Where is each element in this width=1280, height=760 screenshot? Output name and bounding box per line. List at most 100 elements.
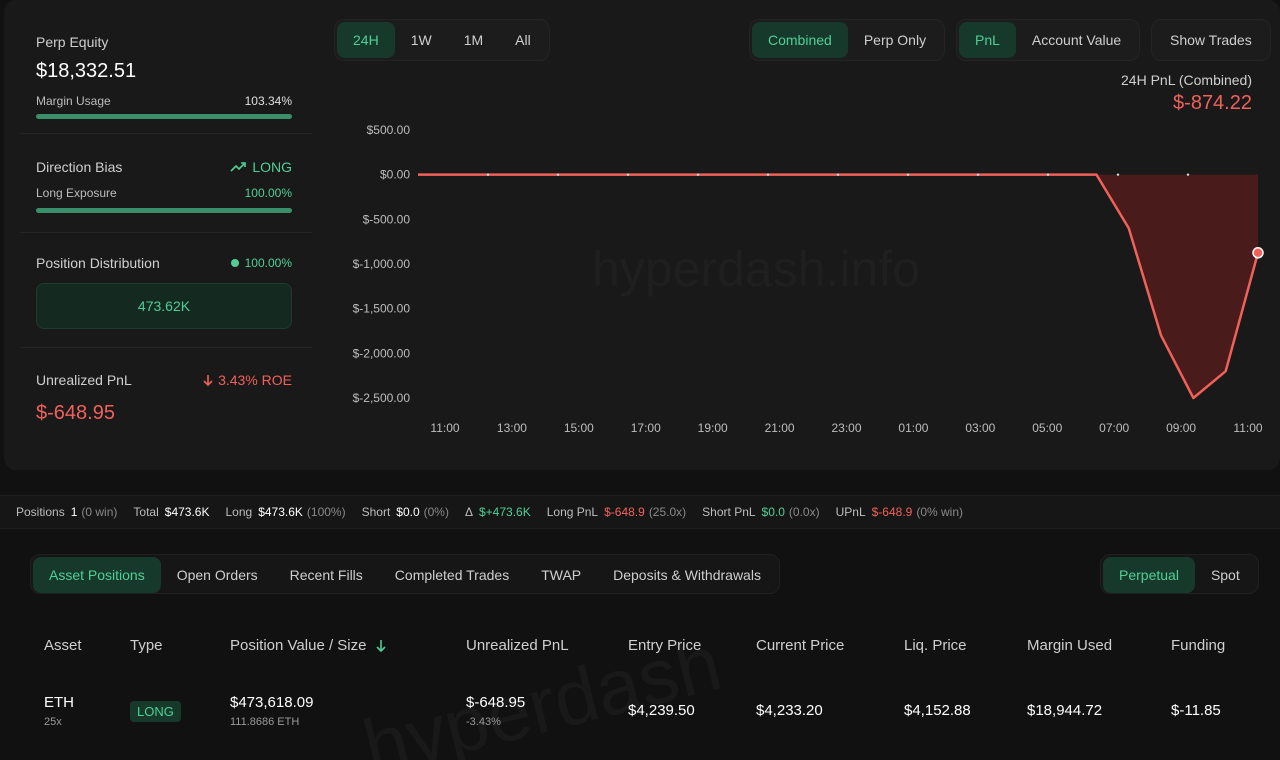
summary-value: $-648.9 [604,505,645,519]
current-price: $4,233.20 [756,702,823,719]
tab-completed-trades[interactable]: Completed Trades [379,557,525,593]
summary-item: Long PnL $-648.9 (25.0x) [547,505,686,519]
time-range-1m[interactable]: 1M [448,22,499,58]
zero-marker [976,173,980,176]
x-tick-label: 07:00 [1099,421,1129,435]
summary-extra: (0% win) [916,505,964,519]
y-tick-label: $-1,500.00 [353,302,411,316]
direction-bias-value: LONG [252,159,292,175]
summary-label: Long [225,505,253,519]
mode-combined[interactable]: Combined [752,22,848,58]
summary-item: Long $473.6K (100%) [225,505,345,519]
x-tick-label: 13:00 [497,421,527,435]
asset-leverage: 25x [44,716,62,728]
long-exposure-bar [36,208,292,213]
y-tick-label: $-1,000.00 [353,257,411,271]
zero-marker [626,173,630,176]
summary-value: $0.0 [396,505,420,519]
time-range-all[interactable]: All [499,22,547,58]
type-badge: LONG [130,701,181,722]
upnl-percent: -3.43% [466,716,501,728]
col-liq-price[interactable]: Liq. Price [904,637,967,654]
position-distribution-indicator: 100.00% [230,256,292,270]
liq-price: $4,152.88 [904,702,971,719]
col-funding[interactable]: Funding [1171,637,1225,654]
y-tick-label: $0.00 [380,168,410,182]
time-range-24h[interactable]: 24H [337,22,395,58]
roe-value: 3.43% ROE [218,372,292,388]
tab-deposits-withdrawals[interactable]: Deposits & Withdrawals [597,557,777,593]
summary-value: $0.0 [761,505,785,519]
divider [20,133,312,134]
tab-twap[interactable]: TWAP [525,557,597,593]
market-type-selector: Perpetual Spot [1100,554,1259,594]
zero-marker [1116,173,1120,176]
direction-bias-label: Direction Bias [36,159,123,175]
summary-value: $+473.6K [479,505,531,519]
trending-up-icon [230,162,247,172]
zero-marker [1186,173,1190,176]
summary-value: $-648.9 [871,505,913,519]
x-tick-label: 23:00 [831,421,861,435]
time-range-1w[interactable]: 1W [395,22,448,58]
unrealized-pnl-label: Unrealized PnL [36,372,132,388]
tab-open-orders[interactable]: Open Orders [161,557,274,593]
summary-item: Δ $+473.6K [465,505,531,519]
mode-perp-only[interactable]: Perp Only [848,22,942,58]
asset-name[interactable]: ETH [44,694,74,711]
mode-selector: Combined Perp Only [749,19,946,61]
positions-summary: Positions 1 (0 win) Total $473.6K Long $473.6K… [0,495,1280,529]
tab-recent-fills[interactable]: Recent Fills [274,557,379,593]
summary-item: Positions 1 (0 win) [16,505,117,519]
tab-asset-positions[interactable]: Asset Positions [33,557,161,593]
summary-label: Positions [16,505,65,519]
col-type[interactable]: Type [130,637,163,654]
x-tick-label: 15:00 [564,421,594,435]
metric-account-value[interactable]: Account Value [1016,22,1137,58]
market-tab-perpetual[interactable]: Perpetual [1103,557,1195,593]
summary-label: Short PnL [702,505,756,519]
col-position-value[interactable]: Position Value / Size [230,637,387,654]
roe-indicator: 3.43% ROE [203,372,292,388]
show-trades-toggle: Show Trades [1151,19,1271,61]
summary-item: Short PnL $0.0 (0.0x) [702,505,819,519]
summary-label: Total [133,505,159,519]
pnl-chart[interactable]: $500.00 $0.00 $-500.00 $-1,000.00 $-1,500.00… [330,110,1270,450]
sort-desc-icon[interactable] [376,639,387,652]
x-tick-label: 17:00 [631,421,661,435]
position-distribution-box[interactable]: 473.62K [36,283,292,329]
summary-item: Total $473.6K [133,505,209,519]
summary-label: Long PnL [546,505,599,519]
zero-marker [556,173,560,176]
zero-marker [1046,173,1050,176]
col-entry-price[interactable]: Entry Price [628,637,701,654]
col-unrealized-pnl[interactable]: Unrealized PnL [466,637,569,654]
col-margin-used[interactable]: Margin Used [1027,637,1112,654]
col-asset[interactable]: Asset [44,637,82,654]
zero-marker [906,173,910,176]
summary-value: $473.6K [258,505,303,519]
y-tick-label: $-2,500.00 [353,391,411,405]
metric-selector: PnL Account Value [956,19,1141,61]
divider [20,232,312,233]
arrow-down-icon [203,375,213,386]
margin-usage-value: 103.34% [244,94,292,108]
margin-usage-bar-fill [36,114,292,119]
summary-label: UPnL [835,505,866,519]
summary-extra: (0%) [423,505,449,519]
col-current-price[interactable]: Current Price [756,637,844,654]
summary-item: Short $0.0 (0%) [362,505,449,519]
zero-marker [486,173,490,176]
x-tick-label: 05:00 [1032,421,1062,435]
x-tick-label: 21:00 [765,421,795,435]
margin-used: $18,944.72 [1027,702,1103,719]
metric-pnl[interactable]: PnL [959,22,1016,58]
x-tick-label: 11:00 [1233,421,1262,435]
show-trades-button[interactable]: Show Trades [1154,22,1268,58]
zero-marker [696,173,700,176]
stats-column: Perp Equity $18,332.51 Margin Usage 103.… [20,0,312,470]
perp-equity-label: Perp Equity [36,34,109,50]
upnl-value: $-648.95 [466,694,526,711]
long-exposure-label: Long Exposure [36,186,117,200]
market-tab-spot[interactable]: Spot [1195,557,1256,593]
